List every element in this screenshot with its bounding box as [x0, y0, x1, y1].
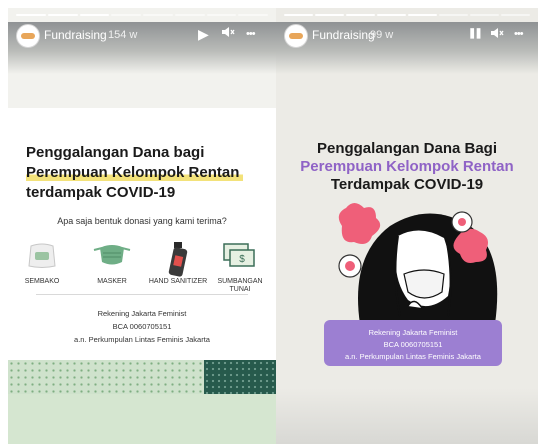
- story-progress-bar: [284, 14, 530, 16]
- progress-segment: [439, 14, 468, 16]
- more-options-icon[interactable]: •••: [246, 26, 256, 42]
- progress-segment: [346, 14, 375, 16]
- progress-segment: [284, 14, 313, 16]
- progress-segment: [143, 14, 173, 16]
- cash-icon: $: [223, 243, 255, 267]
- bank-account-name: Rekening Jakarta Feminist: [368, 328, 458, 337]
- story-panel-left[interactable]: Fundraising 154 w ▶ ••• Penggalangan Dan…: [8, 8, 276, 444]
- progress-segment: [206, 14, 237, 16]
- donation-question: Apa saja bentuk donasi yang kami terima?: [57, 216, 227, 226]
- bank-account-number: BCA 0060705151: [383, 340, 443, 349]
- bank-account-name: Rekening Jakarta Feminist: [97, 309, 187, 318]
- bank-account-holder: a.n. Perkumpulan Lintas Feminis Jakarta: [345, 352, 481, 361]
- card-title-line1: Penggalangan Dana Bagi: [316, 140, 498, 157]
- divider: [36, 294, 248, 295]
- card-title-line1: Penggalangan Dana bagi: [26, 144, 205, 161]
- post-age: 154 w: [108, 29, 138, 41]
- bank-account-holder: a.n. Perkumpulan Lintas Feminis Jakarta: [74, 335, 210, 344]
- bank-account-number: BCA 0060705151: [112, 322, 172, 331]
- progress-segment: [47, 14, 78, 16]
- progress-segment: [501, 14, 530, 16]
- dot-pattern: [8, 360, 204, 394]
- progress-segment: [16, 14, 46, 16]
- progress-segment: [377, 14, 406, 16]
- story-background-bottom: [276, 388, 538, 444]
- card-title-line2: Perempuan Kelompok Rentan: [300, 158, 514, 175]
- account-avatar[interactable]: [16, 24, 40, 48]
- account-name[interactable]: Fundraising: [312, 28, 375, 42]
- progress-segment: [408, 14, 437, 16]
- pause-icon[interactable]: ❚❚: [468, 26, 483, 42]
- hand-sanitizer-icon: [168, 242, 188, 277]
- story-panel-right[interactable]: Fundraising 99 w ❚❚ ••• Penggalangan Dan…: [276, 8, 538, 444]
- donation-item-sumbangan-tunai: $ SUMBANGAN TUNAI: [208, 240, 272, 294]
- progress-segment: [174, 14, 205, 16]
- story-progress-bar: [16, 14, 268, 16]
- fundraising-card: Penggalangan Dana bagi Perempuan Kelompo…: [8, 108, 276, 368]
- progress-segment: [315, 14, 344, 16]
- volume-icon[interactable]: [221, 26, 235, 43]
- rice-bag-icon: [28, 243, 56, 268]
- woman-with-mask-illustration: [338, 203, 498, 324]
- bank-account-box: Rekening Jakarta Feminist BCA 0060705151…: [324, 320, 502, 366]
- progress-segment: [111, 14, 141, 16]
- volume-icon[interactable]: [490, 26, 504, 42]
- donation-item-label: HAND SANITIZER: [148, 278, 208, 285]
- play-icon[interactable]: ▶: [198, 26, 209, 42]
- more-options-icon[interactable]: •••: [514, 26, 524, 42]
- donation-item-label: SUMBANGAN TUNAI: [217, 278, 263, 293]
- dark-green-block: [204, 360, 276, 394]
- card-title-line2: Perempuan Kelompok Rentan: [26, 164, 244, 181]
- card-footer-pattern: [8, 360, 276, 394]
- story-background-bottom: [8, 394, 276, 444]
- account-name[interactable]: Fundraising: [44, 28, 107, 42]
- face-mask-icon: [93, 245, 131, 265]
- donation-item-label: SEMBAKO: [24, 278, 60, 285]
- account-avatar[interactable]: [284, 24, 308, 48]
- card-title-line3: Terdampak COVID-19: [330, 176, 484, 193]
- svg-text:$: $: [239, 254, 245, 265]
- donation-item-hand-sanitizer: HAND SANITIZER: [146, 240, 210, 286]
- card-title-line3: terdampak COVID-19: [26, 184, 176, 201]
- progress-segment: [79, 14, 110, 16]
- donation-item-masker: MASKER: [80, 240, 144, 286]
- progress-segment: [470, 14, 499, 16]
- donation-item-label: MASKER: [97, 278, 127, 285]
- donation-item-sembako: SEMBAKO: [10, 240, 74, 286]
- progress-segment: [238, 14, 268, 16]
- post-age: 99 w: [370, 29, 394, 41]
